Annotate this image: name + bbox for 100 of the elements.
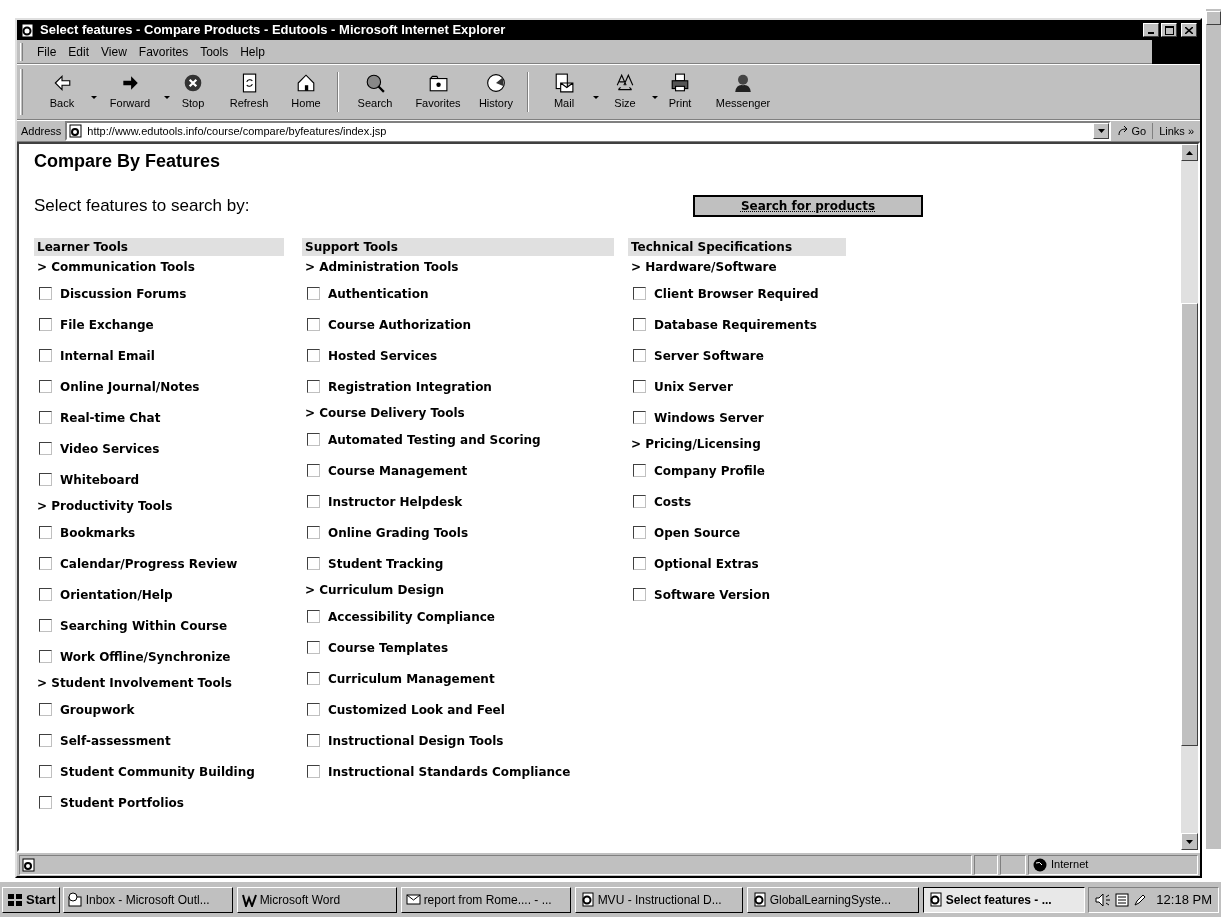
home-icon xyxy=(296,72,316,93)
taskbar-button[interactable]: GlobalLearningSyste... xyxy=(746,886,919,913)
history-button[interactable]: History xyxy=(469,67,523,117)
minimize-button[interactable] xyxy=(1143,23,1159,37)
checkbox[interactable] xyxy=(307,641,320,654)
forward-button[interactable]: Forward xyxy=(94,67,166,117)
checkbox[interactable] xyxy=(307,380,320,393)
checkbox[interactable] xyxy=(307,433,320,446)
search-button[interactable]: Search xyxy=(343,67,407,117)
vertical-scrollbar[interactable] xyxy=(1181,144,1198,850)
column-header: Learner Tools xyxy=(34,238,284,256)
checkbox[interactable] xyxy=(633,287,646,300)
stop-button[interactable]: Stop xyxy=(167,67,219,117)
checkbox-label: Database Requirements xyxy=(654,316,817,334)
menu-item[interactable]: Tools xyxy=(194,42,235,61)
checkbox[interactable] xyxy=(39,287,52,300)
checkbox[interactable] xyxy=(633,495,646,508)
checkbox[interactable] xyxy=(633,464,646,477)
checkbox[interactable] xyxy=(39,349,52,362)
checkbox[interactable] xyxy=(307,734,320,747)
mail-icon xyxy=(554,72,574,93)
maximize-button[interactable] xyxy=(1161,23,1177,37)
scroll-thumb[interactable] xyxy=(1181,303,1198,746)
checkbox[interactable] xyxy=(39,473,52,486)
scroll-up-button[interactable] xyxy=(1181,144,1198,161)
menu-item[interactable]: Favorites xyxy=(132,42,195,61)
checkbox-label: Accessibility Compliance xyxy=(328,608,495,626)
menu-item[interactable]: View xyxy=(95,42,133,61)
menu-item[interactable]: File xyxy=(31,42,63,61)
back-button[interactable]: Back xyxy=(31,67,93,117)
caret-icon xyxy=(163,95,170,99)
start-button[interactable]: Start xyxy=(2,886,60,913)
checkbox[interactable] xyxy=(307,703,320,716)
address-field[interactable]: http://www.edutools.info/course/compare/byfeatures/index.jsp xyxy=(65,121,1112,141)
favorites-button[interactable]: Favorites xyxy=(407,67,469,117)
search-icon xyxy=(365,72,385,93)
checkbox[interactable] xyxy=(307,765,320,778)
checkbox[interactable] xyxy=(307,287,320,300)
home-button[interactable]: Home xyxy=(279,67,333,117)
menu-item[interactable]: Edit xyxy=(62,42,96,61)
close-icon xyxy=(1185,26,1193,34)
checkbox[interactable] xyxy=(307,349,320,362)
go-button[interactable]: Go xyxy=(1111,122,1153,140)
close-button[interactable] xyxy=(1206,11,1221,25)
checkbox[interactable] xyxy=(307,464,320,477)
browser-page-icon xyxy=(579,892,595,907)
checkbox-label: Online Grading Tools xyxy=(328,524,469,542)
clock-envelope-icon xyxy=(67,892,83,907)
print-icon xyxy=(670,72,690,93)
print-button[interactable]: Print xyxy=(655,67,705,117)
checkbox[interactable] xyxy=(39,765,52,778)
checkbox[interactable] xyxy=(39,734,52,747)
checkbox[interactable] xyxy=(307,557,320,570)
checkbox-label: Costs xyxy=(654,493,692,511)
checkbox[interactable] xyxy=(307,318,320,331)
checkbox[interactable] xyxy=(39,526,52,539)
menu-item[interactable]: Help xyxy=(234,42,271,61)
checkbox-label: Calendar/Progress Review xyxy=(60,555,238,573)
checkbox[interactable] xyxy=(633,349,646,362)
messenger-button[interactable]: Messenger xyxy=(705,67,781,117)
checkbox[interactable] xyxy=(307,526,320,539)
scroll-down-button[interactable] xyxy=(1181,833,1198,850)
checkbox[interactable] xyxy=(633,380,646,393)
checkbox[interactable] xyxy=(39,650,52,663)
checkbox[interactable] xyxy=(39,703,52,716)
checkbox[interactable] xyxy=(633,526,646,539)
mail-button[interactable]: Mail xyxy=(533,67,595,117)
checkbox[interactable] xyxy=(307,495,320,508)
taskbar-button[interactable]: MVU - Instructional D... xyxy=(574,886,743,913)
checkbox[interactable] xyxy=(307,610,320,623)
checkbox[interactable] xyxy=(39,411,52,424)
checkbox[interactable] xyxy=(39,380,52,393)
checkbox[interactable] xyxy=(39,557,52,570)
address-label: Address xyxy=(20,123,63,139)
taskbar-button[interactable]: report from Rome.... - ... xyxy=(400,886,571,913)
checkbox[interactable] xyxy=(39,588,52,601)
refresh-button[interactable]: Refresh xyxy=(219,67,279,117)
windows-logo-icon xyxy=(6,891,24,908)
status-pane xyxy=(1000,854,1026,875)
close-button[interactable] xyxy=(1181,23,1197,37)
taskbar-button[interactable]: Inbox - Microsoft Outl... xyxy=(62,886,233,913)
size-button[interactable]: Size xyxy=(596,67,654,117)
checkbox[interactable] xyxy=(39,619,52,632)
links-button[interactable]: Links » xyxy=(1152,122,1200,140)
checkbox[interactable] xyxy=(39,318,52,331)
checkbox[interactable] xyxy=(633,411,646,424)
group-heading: > Communication Tools xyxy=(36,259,196,276)
checkbox[interactable] xyxy=(633,588,646,601)
checkbox[interactable] xyxy=(307,672,320,685)
taskbar-button[interactable]: Select features - ... xyxy=(922,886,1085,913)
checkbox[interactable] xyxy=(39,796,52,809)
checkbox-label: Whiteboard xyxy=(60,471,140,489)
dropdown-arrow-button[interactable] xyxy=(1093,123,1110,139)
taskbar-button[interactable]: Microsoft Word xyxy=(236,886,397,913)
checkbox[interactable] xyxy=(633,557,646,570)
search-button[interactable]: Search for products xyxy=(693,195,923,217)
column-header: Support Tools xyxy=(302,238,614,256)
checkbox[interactable] xyxy=(39,442,52,455)
checkbox[interactable] xyxy=(633,318,646,331)
group-heading: > Productivity Tools xyxy=(36,498,174,515)
